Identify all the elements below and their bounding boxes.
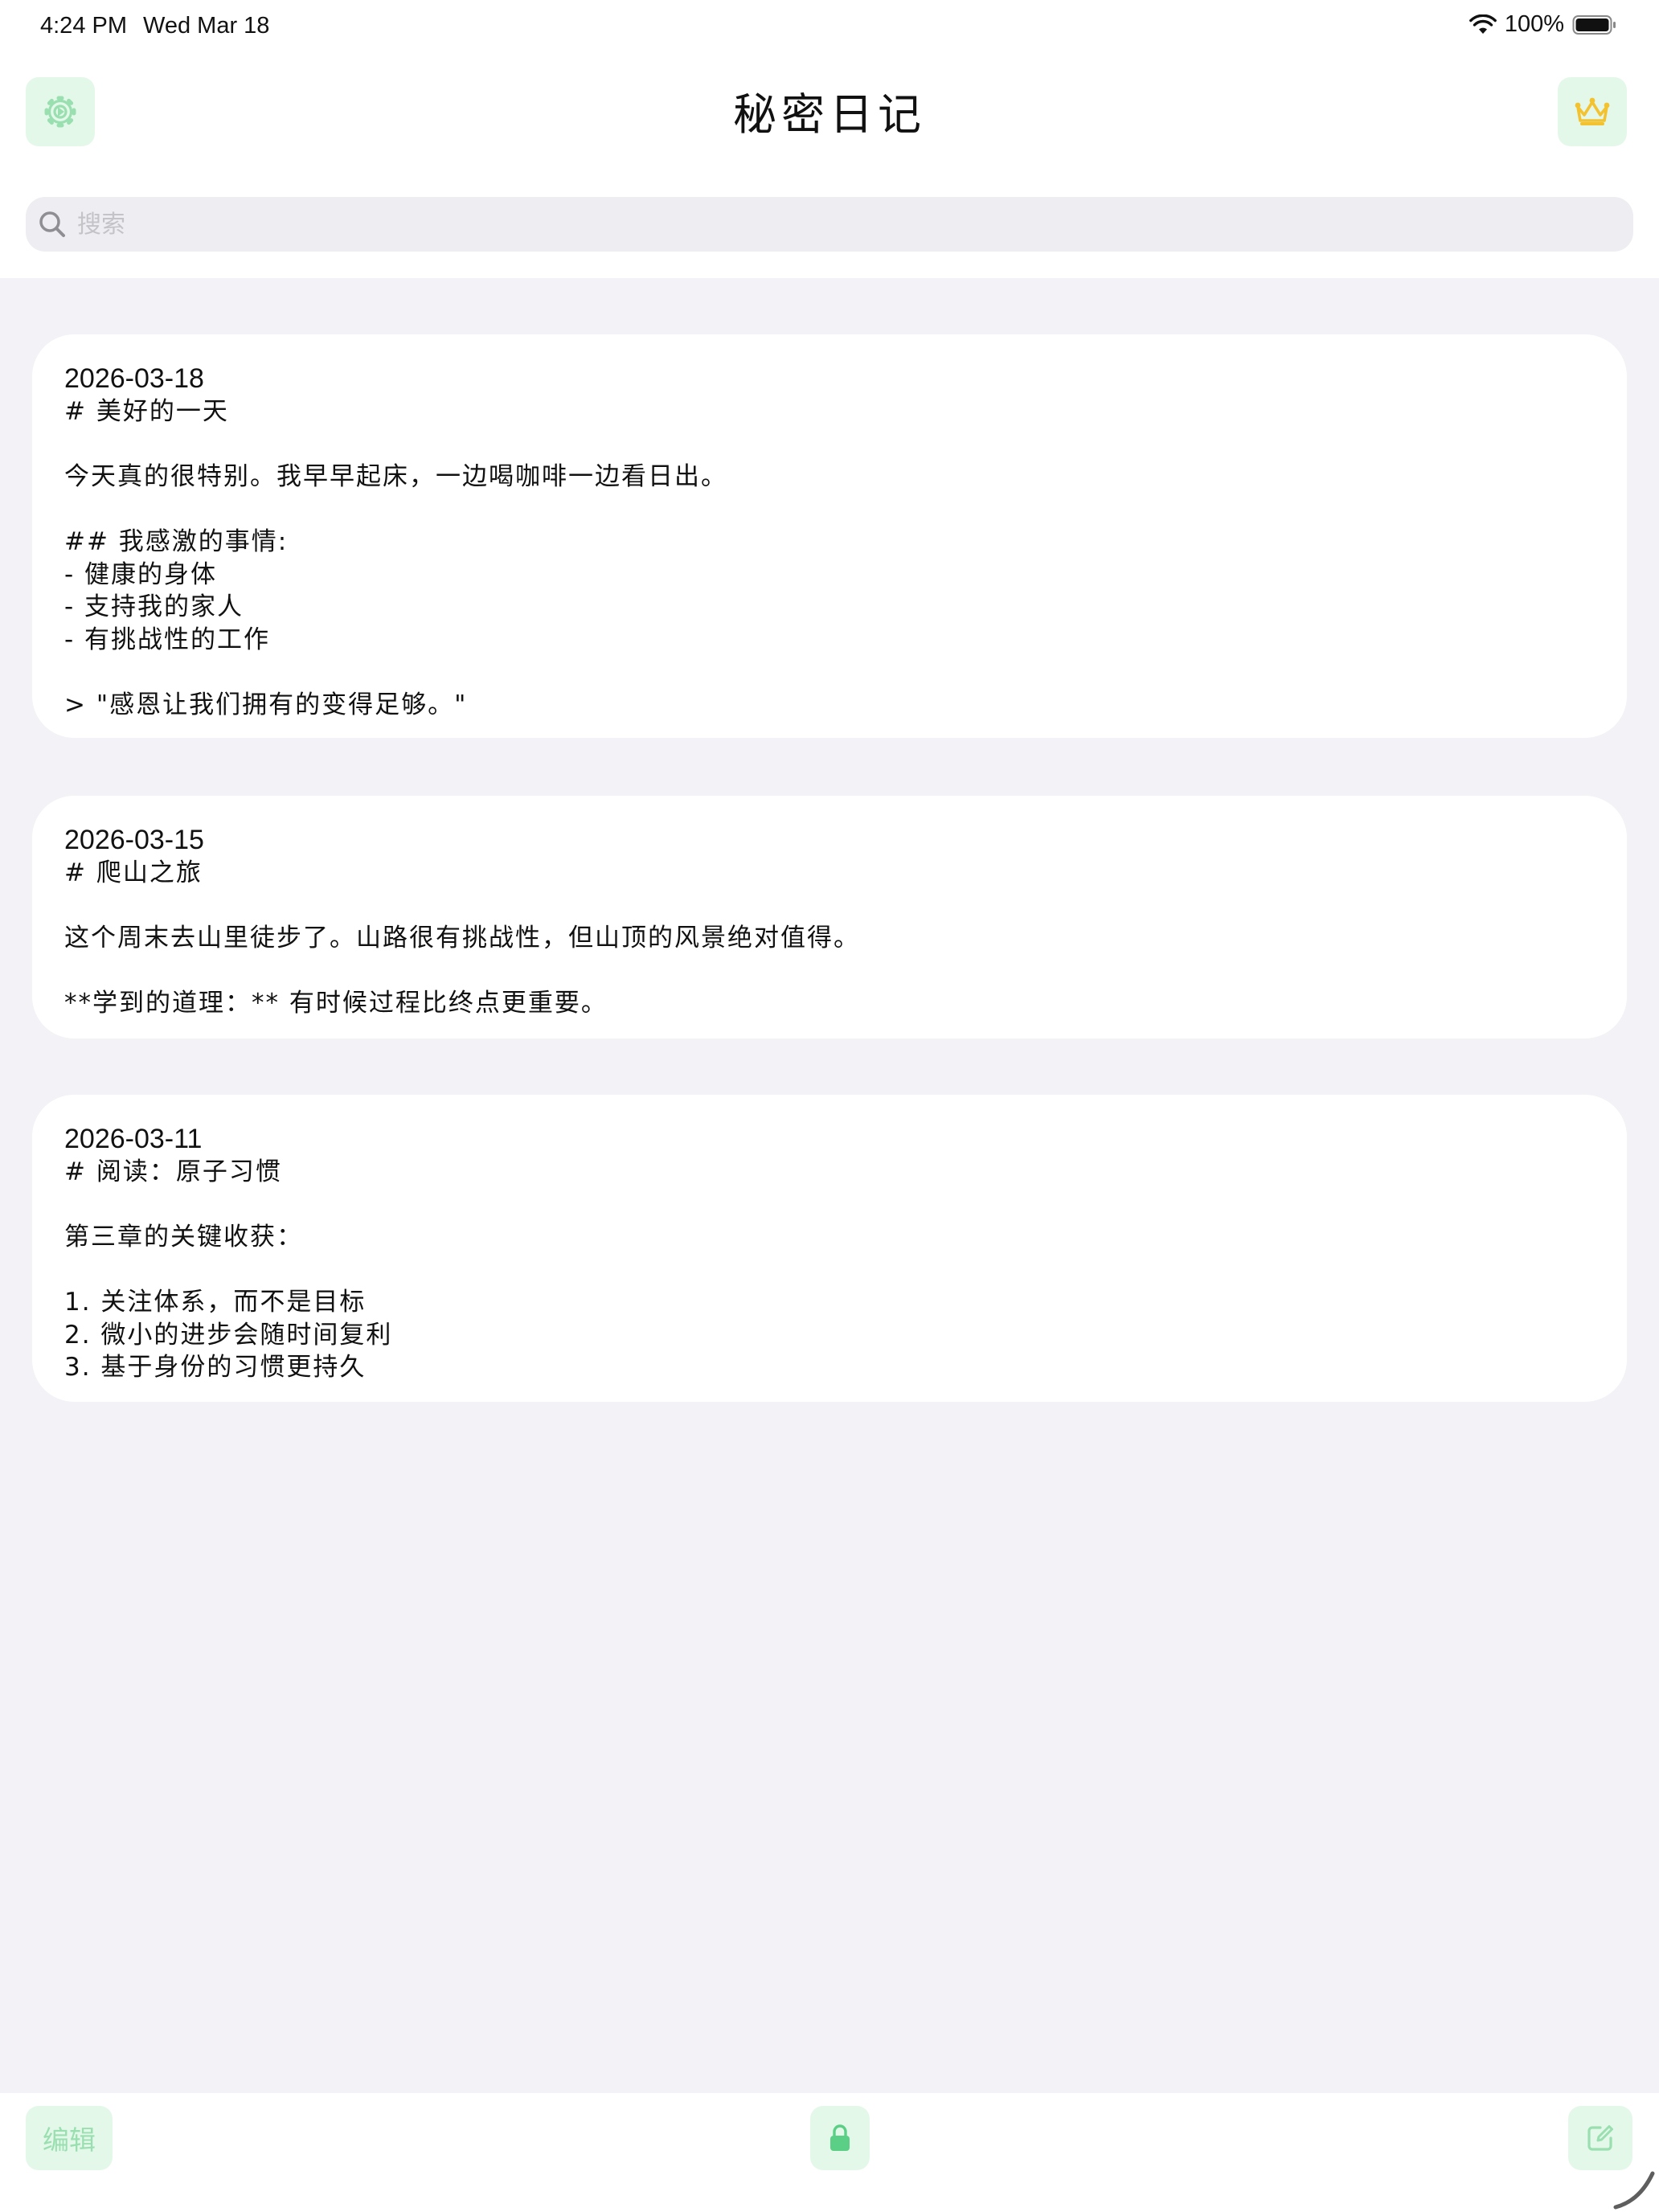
entry-card[interactable]: 2026-03-18 # 美好的一天 今天真的很特别。我早早起床，一边喝咖啡一边… — [32, 334, 1627, 738]
entry-date: 2026-03-15 — [64, 825, 204, 855]
entry-line: # 美好的一天 — [64, 397, 229, 426]
entry-line — [64, 1254, 1595, 1287]
compose-icon — [1587, 2125, 1613, 2151]
entry-line: 2. 微小的进步会随时间复利 — [64, 1320, 393, 1350]
entry-line — [64, 890, 1595, 923]
entry-line — [64, 656, 1595, 689]
entry-line — [64, 955, 1595, 988]
lock-button[interactable] — [810, 2106, 870, 2170]
entry-line — [64, 1189, 1595, 1222]
battery-icon — [1572, 14, 1616, 35]
entry-line: # 爬山之旅 — [64, 858, 203, 887]
entry-line — [64, 428, 1595, 461]
crown-icon — [1575, 97, 1610, 125]
entry-line: 这个周末去山里徒步了。山路很有挑战性，但山顶的风景绝对值得。 — [64, 924, 860, 952]
status-time: 4:24 PM — [40, 13, 127, 39]
lock-icon — [830, 2124, 850, 2151]
entry-line: > "感恩让我们拥有的变得足够。" — [64, 690, 468, 719]
entry-line: - 支持我的家人 — [64, 592, 244, 621]
entry-line — [64, 494, 1595, 526]
entry-line: # 阅读：原子习惯 — [64, 1157, 282, 1186]
premium-button[interactable] — [1558, 77, 1627, 146]
entry-line: - 健康的身体 — [64, 559, 218, 589]
page-title: 秘密日记 — [733, 89, 926, 140]
entry-line: **学到的道理：** 有时候过程比终点更重要。 — [64, 989, 608, 1018]
search-bar[interactable] — [26, 197, 1633, 252]
entry-date: 2026-03-11 — [64, 1124, 203, 1154]
entry-line: ## 我感激的事情: — [64, 527, 289, 556]
compose-button[interactable] — [1568, 2106, 1632, 2170]
entry-line: 第三章的关键收获： — [64, 1223, 303, 1251]
resize-handle-icon — [1613, 2171, 1655, 2210]
entry-line: - 有挑战性的工作 — [64, 625, 271, 654]
entry-card[interactable]: 2026-03-11 # 阅读：原子习惯 第三章的关键收获： 1. 关注体系，而… — [32, 1095, 1627, 1402]
entry-date: 2026-03-18 — [64, 363, 204, 394]
entry-line: 今天真的很特别。我早早起床，一边喝咖啡一边看日出。 — [64, 462, 727, 491]
status-bar: 4:24 PM Wed Mar 18 100% — [0, 0, 1659, 51]
status-date: Wed Mar 18 — [143, 13, 270, 39]
entry-card[interactable]: 2026-03-15 # 爬山之旅 这个周末去山里徒步了。山路很有挑战性，但山顶… — [32, 796, 1627, 1038]
entry-line: 1. 关注体系，而不是目标 — [64, 1288, 367, 1317]
edit-button[interactable]: 编辑 — [26, 2106, 113, 2170]
status-right: 100% — [1469, 11, 1617, 38]
battery-percent: 100% — [1504, 11, 1564, 37]
entry-line: 3. 基于身份的习惯更持久 — [64, 1353, 367, 1382]
search-icon — [39, 211, 65, 237]
wifi-icon — [1469, 14, 1497, 34]
search-input[interactable] — [77, 210, 1588, 239]
